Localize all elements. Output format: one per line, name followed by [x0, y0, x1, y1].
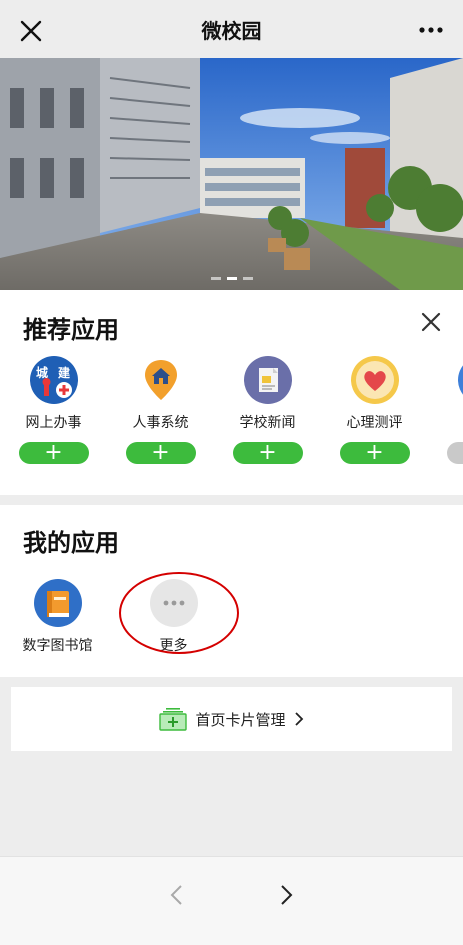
app-item-school-news[interactable]: 学校新闻 + [214, 356, 321, 464]
carousel-dot [242, 277, 253, 280]
app-item-psych-test[interactable]: 心理测评 + [321, 356, 428, 464]
app-item-digital-partial[interactable]: 数字 [428, 356, 463, 464]
carousel-indicator [0, 277, 463, 280]
top-bar: 微校园 [0, 0, 463, 58]
digital-app-icon [457, 356, 463, 404]
recommended-app-list: 城 建 网上办事 + 人事系统 + 学校新闻 + 心理测评 + [0, 356, 463, 476]
homepage-card-manage-button[interactable]: 首页卡片管理 [11, 687, 452, 751]
campus-banner[interactable] [0, 58, 463, 290]
add-button[interactable]: + [339, 442, 410, 464]
red-highlight-ellipse [119, 572, 239, 654]
app-label: 心理测评 [346, 415, 403, 431]
app-label: 网上办事 [25, 415, 82, 431]
add-button[interactable]: + [232, 442, 303, 464]
card-manage-label: 首页卡片管理 [195, 710, 286, 729]
news-document-icon [243, 356, 292, 404]
app-label: 人事系统 [132, 415, 189, 431]
section-title-recommended: 推荐应用 [23, 316, 119, 344]
chevron-right-icon [294, 712, 303, 726]
add-button[interactable]: + [18, 442, 89, 464]
recommended-apps-section: 推荐应用 城 建 网上办事 + 人事系统 + 学校新闻 + 心理测评 + [0, 290, 463, 495]
carousel-dot [210, 277, 221, 280]
my-apps-section: 我的应用 数字图书馆 更多 [0, 505, 463, 677]
app-item-hr-system[interactable]: 人事系统 + [107, 356, 214, 464]
heart-icon [350, 356, 399, 404]
add-card-icon [159, 708, 188, 731]
app-item-online-service[interactable]: 城 建 网上办事 + [0, 356, 107, 464]
add-button[interactable] [446, 442, 463, 464]
carousel-dot-active [226, 277, 237, 280]
close-icon[interactable] [20, 20, 42, 42]
page-title: 微校园 [201, 18, 262, 43]
hr-location-icon [136, 356, 185, 404]
add-button[interactable]: + [125, 442, 196, 464]
app-label: 数字图书馆 [22, 638, 93, 654]
section-title-my-apps: 我的应用 [23, 529, 119, 557]
campus-photo [0, 58, 463, 290]
city-construction-icon: 城 建 [29, 356, 78, 404]
more-options-icon[interactable] [419, 24, 443, 36]
icon-text: 城 [35, 365, 47, 380]
book-icon [33, 579, 82, 627]
bottom-navigation-bar [0, 856, 463, 945]
app-label: 学校新闻 [239, 415, 296, 431]
app-item-digital-library[interactable]: 数字图书馆 [4, 579, 111, 655]
close-icon[interactable] [421, 312, 441, 332]
forward-arrow-icon[interactable] [276, 883, 296, 907]
back-arrow-icon[interactable] [167, 883, 187, 907]
icon-text: 建 [56, 365, 70, 380]
